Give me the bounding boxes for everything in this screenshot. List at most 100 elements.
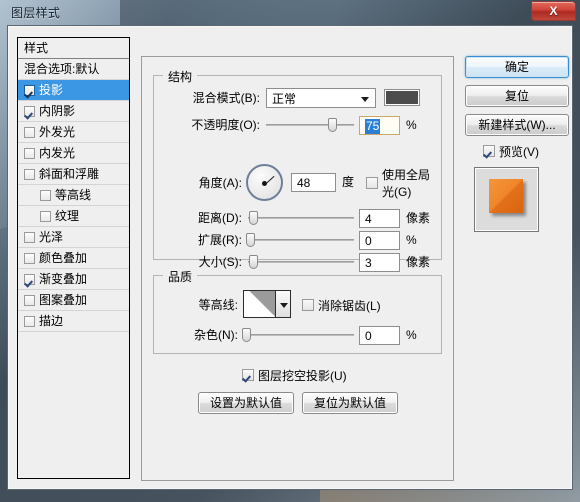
set-as-default-label: 设置为默认值 (209, 396, 282, 410)
distance-slider-thumb[interactable] (249, 211, 258, 225)
contour-dropdown-chevron-down-icon[interactable] (275, 290, 291, 318)
reset-button-label: 复位 (504, 89, 529, 103)
sidebar-item[interactable]: 光泽 (18, 227, 129, 248)
preview-checkbox[interactable]: 预览(V) (483, 143, 569, 159)
opacity-unit: % (406, 118, 417, 132)
sidebar-item[interactable]: 混合选项:默认 (18, 59, 129, 80)
chevron-down-icon (361, 97, 369, 102)
layer-style-window: 图层样式 X 样式 混合选项:默认投影 内阴影外发光内发光斜面和浮雕等高线纹理光泽… (0, 0, 580, 495)
antialias-label: 消除锯齿(L) (318, 298, 381, 313)
sidebar-item-label: 光泽 (39, 230, 64, 244)
new-style-button-label: 新建样式(W)... (478, 118, 556, 132)
dialog-body: 样式 混合选项:默认投影 内阴影外发光内发光斜面和浮雕等高线纹理光泽颜色叠加 渐变叠… (7, 25, 573, 490)
spread-input[interactable]: 0 (359, 231, 400, 250)
styles-list-header: 样式 (18, 38, 129, 59)
spread-label: 扩展(R): (198, 233, 242, 247)
layer-knockout-box (242, 369, 254, 381)
new-style-button[interactable]: 新建样式(W)... (465, 114, 569, 136)
opacity-slider-thumb[interactable] (328, 118, 337, 132)
sidebar-item[interactable]: 渐变叠加 (18, 269, 129, 290)
layer-knockout-checkbox[interactable]: 图层挖空投影(U) (242, 367, 347, 383)
close-glyph: X (549, 4, 558, 18)
distance-input[interactable]: 4 (359, 209, 400, 228)
sidebar-item-checkbox[interactable] (24, 252, 35, 264)
angle-input[interactable]: 48 (291, 173, 336, 192)
sidebar-item[interactable]: 内阴影 (18, 101, 129, 122)
sidebar-item[interactable]: 投影 (18, 80, 129, 101)
noise-label: 杂色(N): (194, 328, 238, 342)
distance-label: 距离(D): (198, 211, 242, 225)
blend-mode-label: 混合模式(B): (192, 91, 260, 105)
spread-value: 0 (365, 234, 372, 248)
angle-label: 角度(A): (198, 176, 242, 190)
dialog-actions: 确定 复位 新建样式(W)... 预览(V) (465, 56, 569, 232)
sidebar-item[interactable]: 描边 (18, 311, 129, 332)
sidebar-item-checkbox[interactable] (24, 231, 35, 243)
use-global-light-checkbox[interactable]: 使用全局光(G) (366, 168, 441, 199)
sidebar-item-label: 纹理 (55, 209, 80, 223)
reset-button[interactable]: 复位 (465, 85, 569, 107)
sidebar-item-label: 内发光 (39, 146, 76, 160)
spread-slider[interactable] (246, 232, 354, 248)
sidebar-item[interactable]: 外发光 (18, 122, 129, 143)
preview-label: 预览(V) (499, 144, 539, 159)
size-slider[interactable] (248, 254, 354, 270)
set-as-default-button[interactable]: 设置为默认值 (198, 392, 294, 414)
styles-list-items: 混合选项:默认投影 内阴影外发光内发光斜面和浮雕等高线纹理光泽颜色叠加 渐变叠加 图案… (18, 59, 129, 332)
noise-unit: % (406, 328, 417, 342)
sidebar-item-checkbox[interactable] (24, 294, 35, 306)
layer-knockout-label: 图层挖空投影(U) (258, 368, 347, 383)
sidebar-item[interactable]: 内发光 (18, 143, 129, 164)
structure-group: 结构 混合模式(B): 正常 不透明度(O): 75 % 角度(A): 48 度… (153, 68, 442, 272)
sidebar-item[interactable]: 图案叠加 (18, 290, 129, 311)
noise-input[interactable]: 0 (359, 326, 400, 345)
quality-group: 品质 等高线: 消除锯齿(L) 杂色(N): 0 % (153, 268, 442, 354)
noise-slider-thumb[interactable] (242, 328, 251, 342)
sidebar-item-checkbox[interactable] (24, 84, 35, 96)
sidebar-item-label: 外发光 (39, 125, 76, 139)
sidebar-item-checkbox[interactable] (24, 168, 35, 180)
distance-slider-track (248, 217, 354, 219)
close-icon[interactable]: X (531, 1, 576, 21)
preview-box (483, 145, 495, 157)
reset-to-default-button[interactable]: 复位为默认值 (302, 392, 398, 414)
style-preview-thumbnail (474, 167, 539, 232)
sidebar-item-checkbox[interactable] (40, 189, 51, 201)
contour-label: 等高线: (198, 298, 238, 312)
sidebar-item-checkbox[interactable] (24, 147, 35, 159)
sidebar-item-label: 斜面和浮雕 (39, 167, 100, 181)
window-titlebar[interactable]: 图层样式 X (0, 0, 580, 24)
sidebar-item[interactable]: 等高线 (18, 185, 129, 206)
distance-slider[interactable] (248, 210, 354, 226)
sidebar-item-checkbox[interactable] (24, 126, 35, 138)
sidebar-item[interactable]: 颜色叠加 (18, 248, 129, 269)
sidebar-item-label: 混合选项:默认 (24, 62, 100, 76)
shadow-color-swatch[interactable] (384, 89, 420, 106)
use-global-light-label: 使用全局光(G) (382, 168, 431, 199)
blend-mode-select[interactable]: 正常 (266, 88, 376, 108)
styles-list-header-label: 样式 (24, 41, 49, 55)
sidebar-item-checkbox[interactable] (40, 210, 51, 222)
spread-unit: % (406, 233, 417, 247)
size-input[interactable]: 3 (359, 253, 400, 272)
sidebar-item-checkbox[interactable] (24, 315, 35, 327)
antialias-box (302, 299, 314, 311)
opacity-slider[interactable] (266, 117, 354, 133)
spread-slider-track (248, 239, 354, 241)
noise-value: 0 (365, 329, 372, 343)
ok-button[interactable]: 确定 (465, 56, 569, 78)
angle-dial[interactable] (246, 164, 283, 201)
antialias-checkbox[interactable]: 消除锯齿(L) (302, 297, 381, 313)
angle-dial-hub (262, 181, 267, 186)
sidebar-item-checkbox[interactable] (24, 273, 35, 285)
sidebar-item[interactable]: 纹理 (18, 206, 129, 227)
noise-slider[interactable] (242, 327, 354, 343)
spread-slider-thumb[interactable] (246, 233, 255, 247)
sidebar-item-checkbox[interactable] (24, 105, 35, 117)
opacity-slider-track (266, 124, 354, 126)
size-slider-thumb[interactable] (249, 255, 258, 269)
ok-button-label: 确定 (504, 60, 529, 74)
sidebar-item[interactable]: 斜面和浮雕 (18, 164, 129, 185)
opacity-input[interactable]: 75 (359, 116, 400, 135)
styles-list[interactable]: 样式 混合选项:默认投影 内阴影外发光内发光斜面和浮雕等高线纹理光泽颜色叠加 渐变叠… (17, 37, 130, 479)
